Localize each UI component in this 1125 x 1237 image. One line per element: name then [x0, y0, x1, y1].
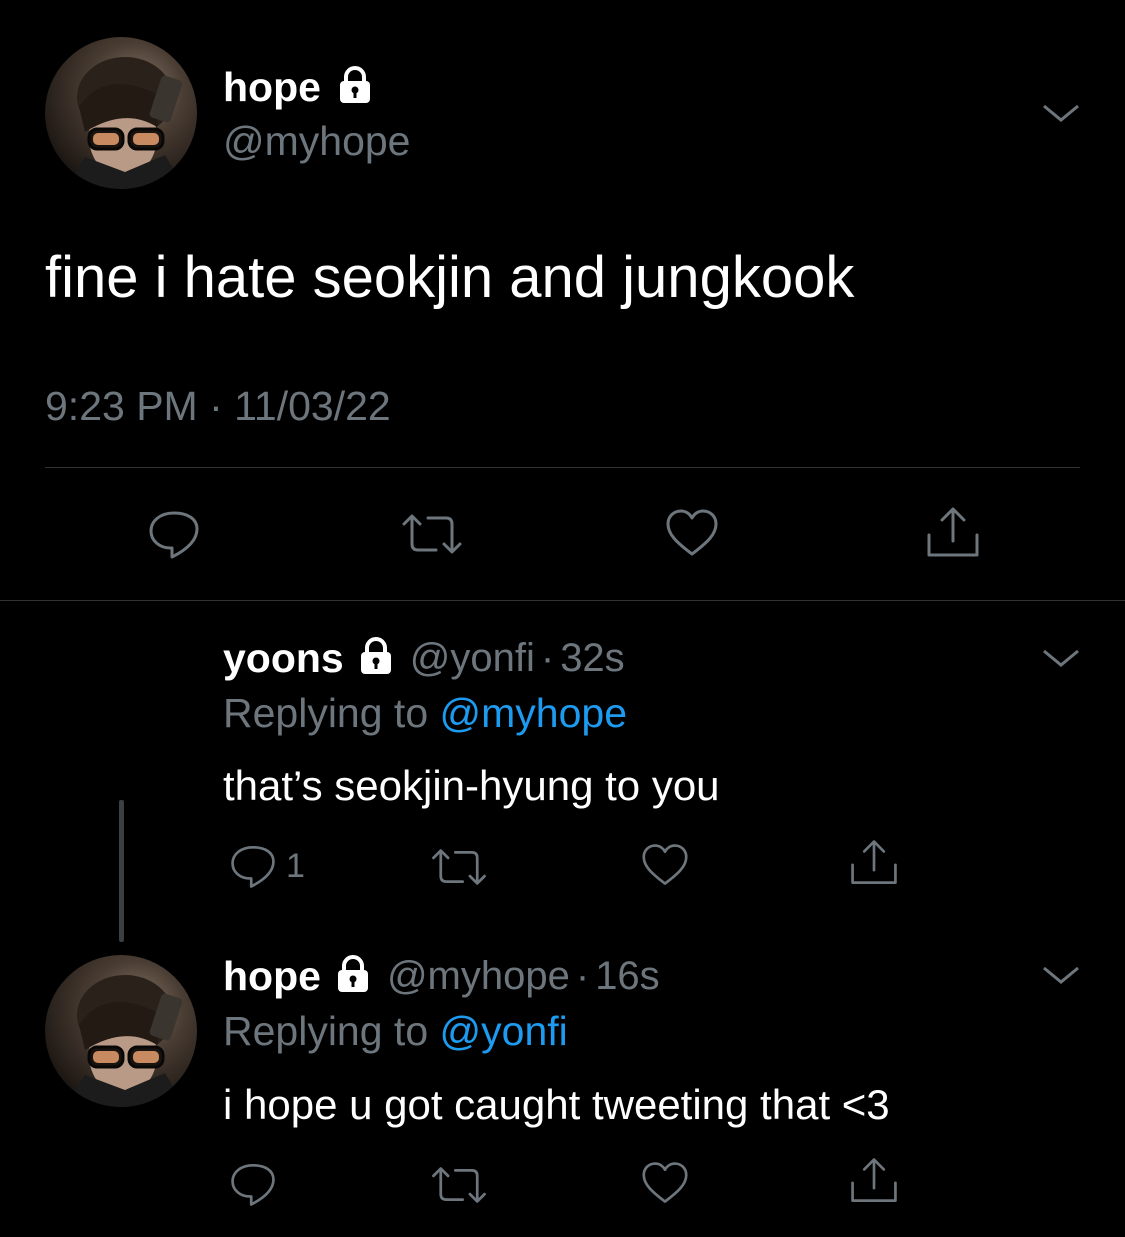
replying-to-label: Replying to: [223, 690, 429, 736]
display-name[interactable]: hope: [223, 64, 321, 111]
reply-icon[interactable]: [146, 507, 202, 561]
retweet-icon[interactable]: [428, 1163, 490, 1207]
share-icon[interactable]: [924, 505, 982, 561]
share-icon[interactable]: [848, 1156, 900, 1206]
display-name[interactable]: yoons: [223, 635, 344, 682]
like-icon[interactable]: [640, 1160, 690, 1206]
timestamp[interactable]: 32s: [560, 636, 625, 681]
section-divider: [0, 600, 1125, 601]
chevron-down-icon[interactable]: [1040, 645, 1082, 671]
replying-to-label: Replying to: [223, 1008, 429, 1054]
thread-line: [119, 800, 124, 942]
lock-icon: [333, 954, 373, 999]
chevron-down-icon[interactable]: [1040, 962, 1082, 988]
like-icon[interactable]: [640, 842, 690, 888]
avatar[interactable]: [45, 955, 197, 1107]
avatar[interactable]: [45, 37, 197, 189]
reply-count: 1: [286, 846, 305, 885]
retweet-icon[interactable]: [398, 510, 466, 558]
separator: ·: [540, 635, 555, 680]
reply-icon[interactable]: [228, 1160, 278, 1208]
separator: ·: [575, 953, 590, 998]
tweet-text: i hope u got caught tweeting that <3: [223, 1081, 890, 1128]
avatar-image: [65, 975, 185, 1107]
divider: [45, 467, 1080, 468]
timestamp[interactable]: 16s: [595, 954, 660, 999]
chevron-down-icon[interactable]: [1040, 100, 1082, 126]
avatar-image: [65, 57, 185, 189]
retweet-icon[interactable]: [428, 845, 490, 889]
handle[interactable]: @myhope: [387, 954, 570, 999]
like-icon[interactable]: [664, 507, 720, 559]
replying-to-link[interactable]: @myhope: [440, 690, 627, 736]
tweet-text: that’s seokjin-hyung to you: [223, 762, 720, 809]
display-name[interactable]: hope: [223, 953, 321, 1000]
share-icon[interactable]: [848, 838, 900, 888]
separator: ·: [209, 383, 223, 429]
tweet-date[interactable]: 11/03/22: [234, 383, 391, 429]
tweet-text: fine i hate seokjin and jungkook: [45, 245, 855, 310]
tweet-time[interactable]: 9:23 PM: [45, 383, 198, 429]
handle[interactable]: @yonfi: [410, 636, 535, 681]
lock-icon: [335, 65, 375, 110]
lock-icon: [356, 636, 396, 681]
handle[interactable]: @myhope: [223, 118, 410, 165]
reply-icon[interactable]: 1: [228, 842, 305, 890]
replying-to-link[interactable]: @yonfi: [440, 1008, 568, 1054]
